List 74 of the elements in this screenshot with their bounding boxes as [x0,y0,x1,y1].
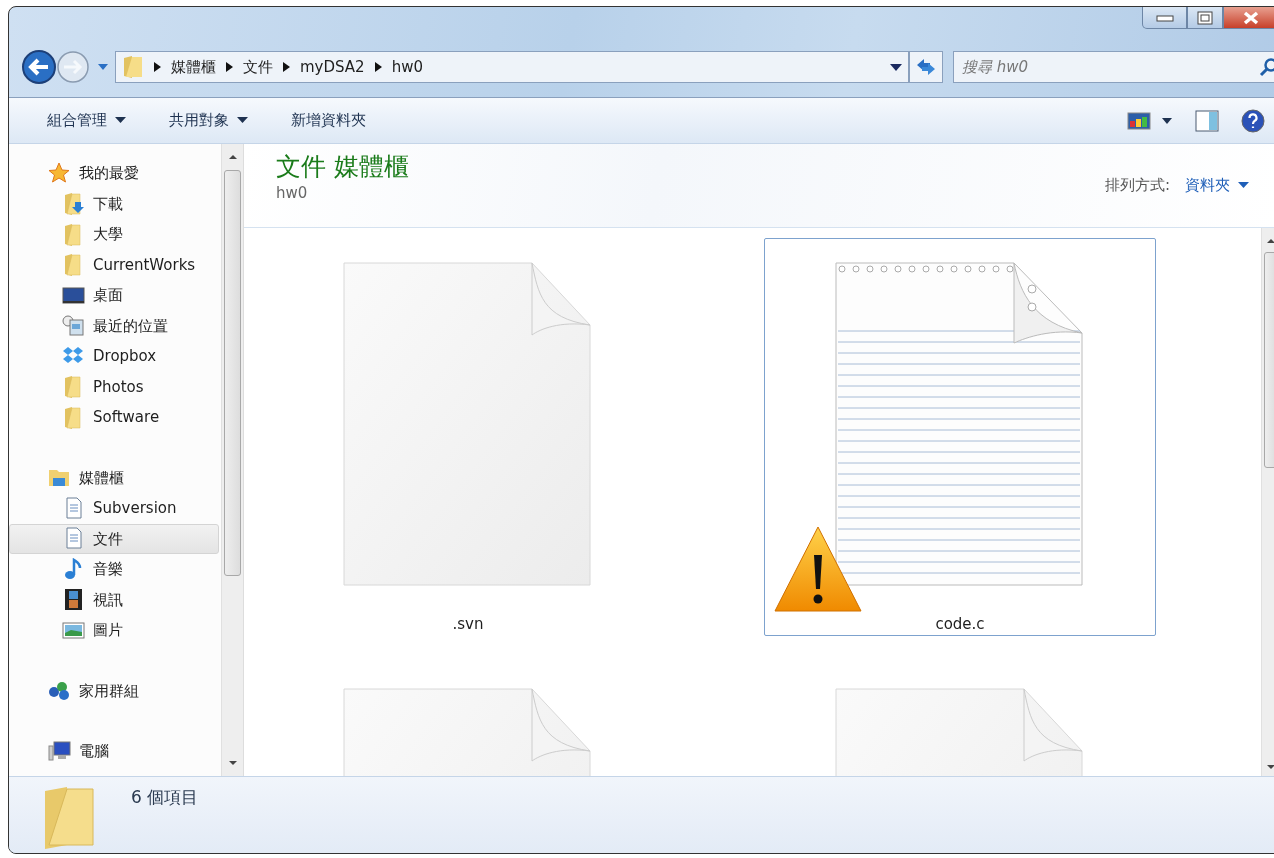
breadcrumb[interactable]: 媒體櫃 [171,55,216,79]
scrollbar-thumb[interactable] [224,170,241,576]
scroll-down-icon[interactable] [227,760,238,766]
sidebar-item[interactable]: Subversion [9,493,219,524]
chevron-icon [226,62,233,72]
file-item[interactable]: code.c [764,238,1156,636]
maximize-button[interactable] [1187,7,1223,29]
sidebar-item[interactable]: 最近的位置 [9,310,219,341]
film-strip-icon [62,588,85,612]
clock-document-icon [62,314,85,338]
toolbar-button[interactable]: 組合管理 [33,105,140,136]
lined-paper-icon [834,261,1086,589]
chevron-icon [154,62,161,72]
sidebar-scrollbar[interactable] [221,144,243,776]
sidebar-item[interactable]: 大學 [9,219,219,250]
search-field[interactable]: 搜尋 hw0 [953,51,1274,83]
sidebar-item[interactable]: 桌面 [9,280,219,311]
network-balls-icon [48,679,71,703]
sidebar-item[interactable]: 文件 [9,523,219,554]
scrollbar-thumb[interactable] [1264,252,1274,468]
sidebar-item[interactable]: Dropbox [9,341,219,372]
toolbar-button[interactable]: 新增資料夾 [277,105,380,136]
dropdown-icon[interactable] [890,63,902,71]
toolbar-button[interactable]: 共用對象 [155,105,262,136]
sidebar-item[interactable]: 視訊 [9,584,219,615]
star-icon [48,161,71,185]
sidebar-item[interactable]: CurrentWorks [9,249,219,280]
sidebar-item[interactable]: Software [9,402,219,433]
breadcrumb[interactable]: 文件 [243,55,273,79]
breadcrumb[interactable]: myDSA2 [300,55,365,79]
blank-file-icon [342,261,594,589]
caret-icon [1238,181,1249,189]
folder-subtitle: hw0 [276,183,309,204]
file-name: .svn [452,613,484,635]
maximize-icon [1197,10,1213,25]
breadcrumb[interactable]: hw0 [391,55,423,79]
sidebar-item[interactable]: 圖片 [9,615,219,646]
file-name: code.c [935,613,985,635]
sidebar-group[interactable]: 我的最愛 [9,158,219,189]
close-button[interactable] [1223,7,1274,29]
library-title: 文件 媒體櫃 [276,152,409,182]
caret-icon [115,117,126,124]
chevron-icon [374,62,382,72]
sidebar-item[interactable]: Photos [9,371,219,402]
history-dropdown-icon[interactable] [97,63,109,71]
help-icon[interactable] [1241,108,1265,133]
arrange-by-dropdown[interactable]: 資料夾 [1185,174,1249,197]
sidebar-item[interactable]: 音樂 [9,554,219,585]
scroll-up-icon[interactable] [227,154,238,160]
folder-download-icon [62,192,85,216]
minimize-icon [1155,13,1174,22]
view-dropdown-icon[interactable] [1161,116,1173,125]
arrange-by-label: 排列方式: [1104,175,1170,196]
item-count: 6 個項目 [131,786,199,809]
chevron-icon [283,62,290,72]
refresh-icon [915,57,937,77]
computer-icon [48,739,71,763]
scroll-down-icon[interactable] [1265,764,1274,770]
caret-icon [237,117,248,124]
content-scrollbar[interactable] [1261,228,1274,776]
sidebar-group[interactable]: 電腦 [9,736,219,767]
refresh-button[interactable] [909,51,943,83]
close-icon [1242,10,1260,25]
scroll-up-icon[interactable] [1265,238,1274,244]
sidebar-group[interactable]: 媒體櫃 [9,462,219,493]
sidebar-item[interactable]: 下載 [9,188,219,219]
address-bar[interactable]: 媒體櫃 文件 myDSA2 hw0 [115,51,909,83]
preview-pane-icon[interactable] [1195,109,1219,132]
sidebar-group[interactable]: 家用群組 [9,675,219,706]
file-item[interactable]: .svn [272,238,664,636]
back-button[interactable] [21,49,57,85]
view-options-icon[interactable] [1127,110,1151,131]
folder-icon [122,55,144,79]
minimize-button[interactable] [1142,7,1187,29]
